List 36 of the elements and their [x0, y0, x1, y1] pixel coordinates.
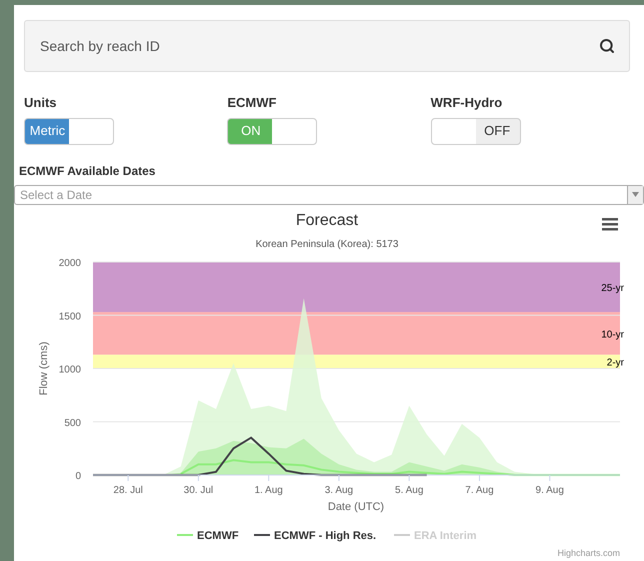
caret-icon: [632, 192, 639, 197]
legend-label: ECMWF - High Res.: [274, 530, 376, 542]
x-tick-label: 3. Aug: [324, 484, 354, 496]
date-select[interactable]: Select a Date: [14, 184, 644, 204]
toggle-switch[interactable]: OFF: [430, 118, 521, 144]
search-field[interactable]: Search by reach ID: [24, 20, 630, 72]
y-tick-label: 2000: [58, 258, 81, 268]
band-label: 10-yr: [601, 328, 624, 340]
legend-label: ECMWF: [197, 530, 239, 542]
y-tick-label: 0: [75, 470, 81, 482]
chart-subtitle: Korean Peninsula (Korea): 5173: [256, 238, 398, 250]
credit-link[interactable]: Highcharts.com: [557, 548, 620, 558]
x-axis-title: Date (UTC): [328, 500, 384, 512]
y-tick-label: 500: [64, 417, 81, 428]
x-tick-label: 30. Jul: [184, 484, 214, 496]
y-tick-label: 1000: [58, 364, 81, 375]
legend-item[interactable]: ECMWF - High Res.: [254, 530, 376, 542]
y-tick-label: 1500: [58, 310, 81, 322]
toggle-switch[interactable]: Metric: [24, 118, 114, 144]
y-axis-title: Flow (cms): [38, 341, 50, 395]
x-tick-label: 9. Aug: [536, 484, 564, 496]
toggle-label: Units: [24, 94, 58, 112]
x-tick-label: 1. Aug: [254, 484, 283, 496]
legend-item[interactable]: ECMWF: [177, 530, 239, 542]
x-tick-label: 5. Aug: [395, 484, 424, 496]
band-label: 2-yr: [606, 357, 624, 368]
x-tick-label: 7. Aug: [465, 484, 494, 496]
band-label: 25-yr: [601, 282, 624, 294]
toggle-switch[interactable]: ON: [227, 118, 318, 144]
menu-icon[interactable]: [602, 218, 618, 230]
toggle-label: WRF-Hydro: [430, 94, 504, 112]
x-tick-label: 28. Jul: [113, 484, 143, 496]
toggle-label: ECMWF: [227, 94, 278, 112]
section-label: ECMWF Available Dates: [19, 162, 156, 180]
search-icon[interactable]: [599, 38, 615, 54]
chart-title: Forecast: [296, 212, 358, 228]
